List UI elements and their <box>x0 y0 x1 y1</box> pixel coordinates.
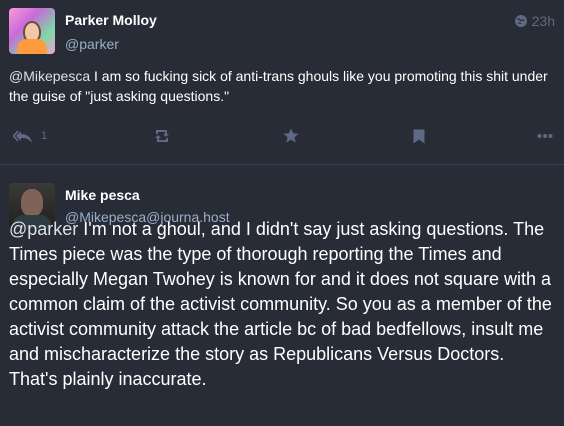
reply-all-icon <box>13 128 35 144</box>
mention-link[interactable]: @parker <box>9 219 78 239</box>
status-post: Parker Molloy @parker 23h @Mikepesca I a… <box>0 0 564 165</box>
mention-link[interactable]: @Mikepesca <box>9 68 90 84</box>
avatar-suit <box>17 39 47 54</box>
timestamp-label: 23h <box>531 13 555 29</box>
post-content: @parker I'm not a ghoul, and I didn't sa… <box>9 217 557 392</box>
author-name[interactable]: Parker Molloy <box>65 12 157 29</box>
star-icon <box>282 127 300 145</box>
author-handle[interactable]: @parker <box>65 36 119 53</box>
boost-icon <box>153 128 171 144</box>
favourite-button[interactable] <box>282 124 300 148</box>
globe-icon <box>514 14 528 28</box>
bookmark-icon <box>412 128 426 145</box>
post-timestamp[interactable]: 23h <box>514 13 555 29</box>
avatar-head <box>21 189 43 217</box>
more-icon <box>537 133 553 139</box>
boost-button[interactable] <box>153 124 171 148</box>
author-name[interactable]: Mike pesca <box>65 187 140 204</box>
post-text: I am so fucking sick of anti-trans ghoul… <box>9 68 548 104</box>
more-button[interactable] <box>537 124 553 148</box>
bookmark-button[interactable] <box>412 124 426 148</box>
post-text: I'm not a ghoul, and I didn't say just a… <box>9 219 552 389</box>
post-content: @Mikepesca I am so fucking sick of anti-… <box>9 66 554 106</box>
action-bar: 1 <box>0 124 564 148</box>
reply-count: 1 <box>41 130 48 142</box>
reply-post: Mike pesca @Mikepesca@journa.host @parke… <box>0 165 564 426</box>
reply-button[interactable]: 1 <box>13 124 47 148</box>
avatar[interactable] <box>9 8 55 54</box>
